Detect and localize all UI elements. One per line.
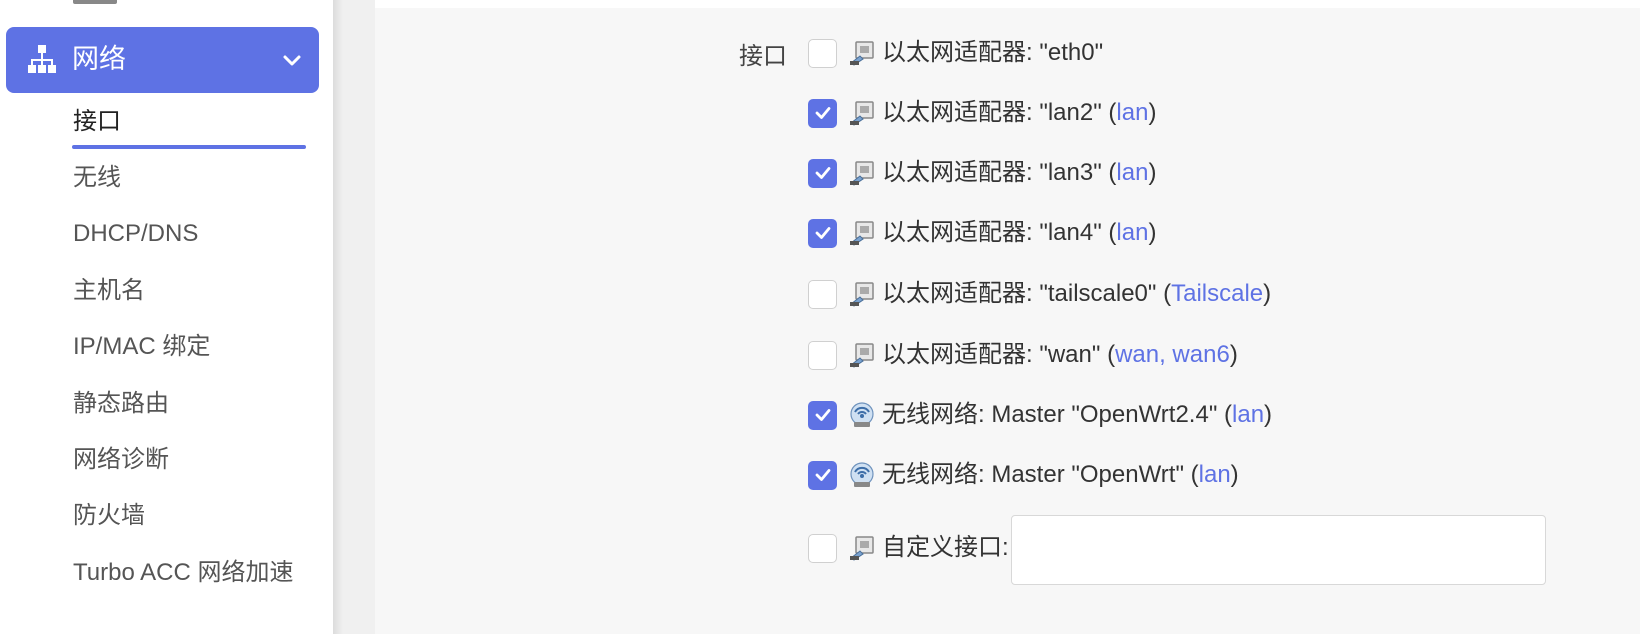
interface-option-tailscale0: 以太网适配器: "tailscale0" (Tailscale): [808, 278, 1271, 310]
wireless-icon: [850, 402, 874, 427]
ethernet-port-icon: [850, 221, 874, 246]
interfaces-field-label: 接口: [739, 43, 787, 70]
checkbox-tailscale0[interactable]: [808, 279, 837, 309]
network-link[interactable]: lan: [1116, 99, 1148, 126]
sidebar-item-ip-mac-binding[interactable]: IP/MAC 绑定: [73, 332, 210, 362]
wireless-icon: [850, 462, 874, 487]
network-link[interactable]: lan: [1199, 461, 1231, 488]
sidebar-item-wireless[interactable]: 无线: [73, 163, 121, 193]
sidebar-item-clipped[interactable]: [73, 0, 133, 4]
ethernet-port-icon: [850, 161, 874, 186]
checkmark-icon: [815, 227, 830, 239]
sidebar-item-dhcp-dns[interactable]: DHCP/DNS: [73, 219, 198, 249]
network-link[interactable]: Tailscale: [1171, 280, 1263, 307]
interface-label: 以太网适配器: "wan" (wan, wan6): [882, 341, 1238, 368]
sidebar-group-title: 网络: [72, 44, 126, 74]
sidebar-item-diagnostics[interactable]: 网络诊断: [73, 445, 169, 475]
checkbox-wifi-openwrt[interactable]: [808, 460, 837, 490]
custom-interface-label: 自定义接口:: [882, 534, 1009, 561]
interface-label: 以太网适配器: "lan4" (lan): [882, 219, 1157, 246]
interface-option-wifi-openwrt24: 无线网络: Master "OpenWrt2.4" (lan): [808, 399, 1272, 431]
sidebar: 网络 接口 无线 DHCP/DNS 主机名 IP/MAC 绑定 静态路由 网络诊…: [0, 0, 333, 634]
interface-option-lan4: 以太网适配器: "lan4" (lan): [808, 217, 1156, 249]
interface-label: 以太网适配器: "lan2" (lan): [882, 99, 1157, 126]
active-item-underline: [72, 145, 306, 149]
checkbox-eth0[interactable]: [808, 38, 837, 68]
interface-option-wifi-openwrt: 无线网络: Master "OpenWrt" (lan): [808, 459, 1239, 491]
checkbox-lan4[interactable]: [808, 218, 837, 248]
sidebar-item-firewall[interactable]: 防火墙: [73, 501, 145, 531]
network-icon: [28, 45, 56, 73]
interface-label: 以太网适配器: "lan3" (lan): [882, 159, 1157, 186]
checkbox-lan3[interactable]: [808, 158, 837, 188]
ethernet-port-icon: [850, 41, 874, 66]
sidebar-item-hostnames[interactable]: 主机名: [73, 276, 145, 306]
custom-interface-input[interactable]: [1011, 515, 1546, 585]
sidebar-shadow: [333, 0, 343, 634]
checkbox-wifi-openwrt24[interactable]: [808, 400, 837, 430]
sidebar-item-turbo-acc[interactable]: Turbo ACC 网络加速: [73, 558, 294, 588]
interface-label: 以太网适配器: "eth0": [882, 39, 1104, 66]
sidebar-group-network[interactable]: 网络: [6, 27, 319, 93]
checkbox-custom-interface[interactable]: [808, 533, 837, 563]
ethernet-port-icon: [850, 101, 874, 126]
interface-option-lan3: 以太网适配器: "lan3" (lan): [808, 157, 1156, 189]
checkmark-icon: [815, 107, 830, 119]
network-link[interactable]: lan: [1116, 159, 1148, 186]
network-link[interactable]: lan: [1116, 219, 1148, 246]
interface-option-lan2: 以太网适配器: "lan2" (lan): [808, 97, 1156, 129]
interface-label: 以太网适配器: "tailscale0" (Tailscale): [882, 280, 1272, 307]
interface-option-eth0: 以太网适配器: "eth0": [808, 37, 1103, 69]
sidebar-item-static-routes[interactable]: 静态路由: [73, 389, 169, 419]
chevron-down-icon: [283, 55, 301, 66]
sidebar-item-interfaces[interactable]: 接口: [73, 107, 121, 137]
interface-label: 无线网络: Master "OpenWrt" (lan): [882, 461, 1239, 488]
checkbox-wan[interactable]: [808, 340, 837, 370]
ethernet-port-icon: [850, 343, 874, 368]
ethernet-port-icon: [850, 282, 874, 307]
interface-option-custom: 自定义接口:: [808, 532, 1009, 564]
checkmark-icon: [815, 167, 830, 179]
network-link[interactable]: wan, wan6: [1115, 341, 1230, 368]
checkmark-icon: [815, 469, 830, 481]
checkbox-lan2[interactable]: [808, 98, 837, 128]
network-link[interactable]: lan: [1232, 401, 1264, 428]
section-top-edge: [375, 0, 1640, 8]
interface-option-wan: 以太网适配器: "wan" (wan, wan6): [808, 339, 1238, 371]
interface-label: 无线网络: Master "OpenWrt2.4" (lan): [882, 401, 1273, 428]
ethernet-port-icon: [850, 536, 874, 561]
checkmark-icon: [815, 409, 830, 421]
